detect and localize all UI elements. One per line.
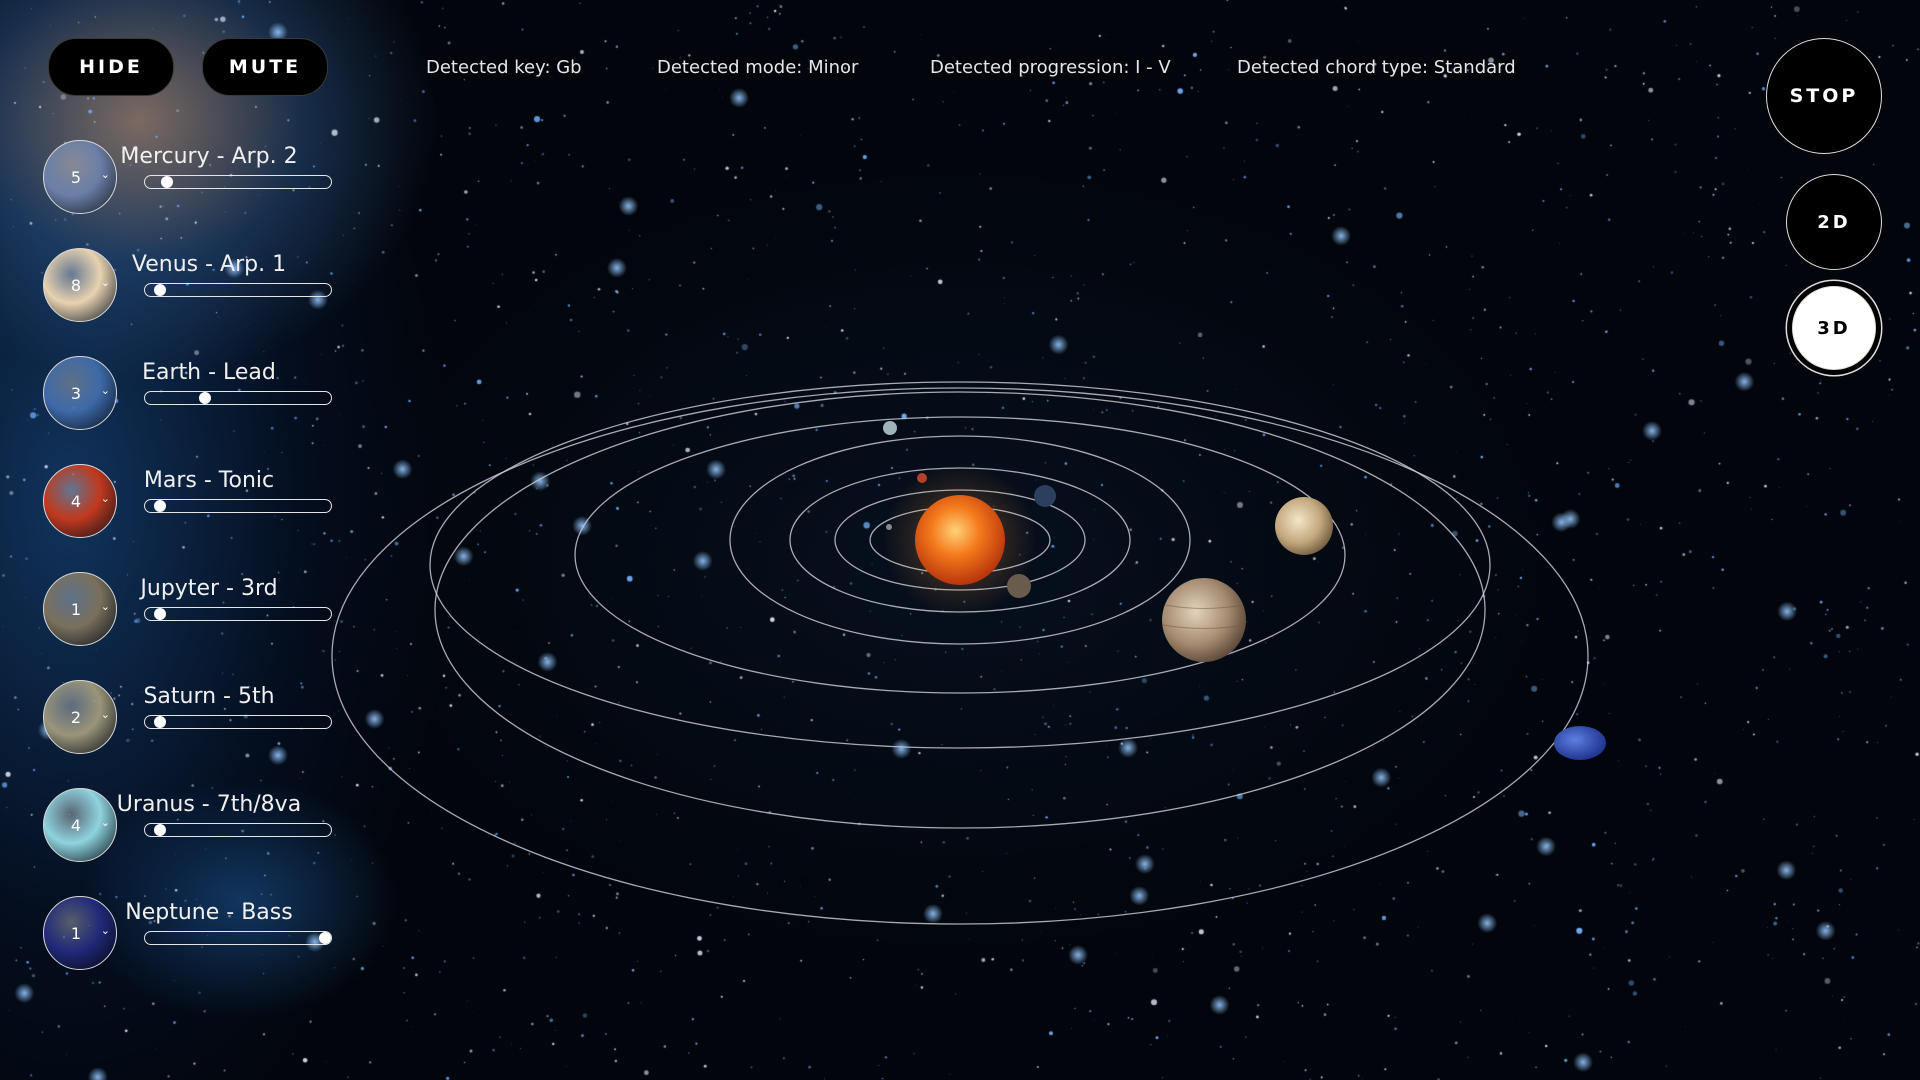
- planet-earth[interactable]: [1034, 485, 1056, 507]
- planet-saturn[interactable]: [1275, 497, 1333, 555]
- view-2d-button[interactable]: 2D: [1786, 174, 1882, 270]
- planet-selector[interactable]: 5 ⌄: [43, 140, 117, 214]
- track-row: 1 ⌄ Neptune - Bass: [43, 896, 343, 971]
- track-row: 5 ⌄ Mercury - Arp. 2: [43, 140, 343, 215]
- chevron-down-icon: ⌄: [100, 925, 110, 937]
- track-label: Venus - Arp. 1: [131, 252, 287, 277]
- octave-number: 2: [70, 707, 82, 727]
- track-row: 4 ⌄ Mars - Tonic: [43, 464, 343, 539]
- octave-number: 5: [70, 167, 82, 187]
- sun: [915, 495, 1005, 585]
- planet-selector[interactable]: 2 ⌄: [43, 680, 117, 754]
- slider-thumb[interactable]: [161, 176, 174, 188]
- stop-button[interactable]: STOP: [1766, 38, 1882, 154]
- chevron-down-icon: ⌄: [100, 277, 110, 289]
- planet-mercury[interactable]: [886, 524, 892, 530]
- volume-slider[interactable]: [144, 823, 332, 837]
- planet-jupiter[interactable]: [1162, 578, 1246, 662]
- volume-slider[interactable]: [144, 175, 332, 189]
- planet-selector[interactable]: 3 ⌄: [43, 356, 117, 430]
- slider-thumb[interactable]: [153, 500, 166, 512]
- track-row: 3 ⌄ Earth - Lead: [43, 356, 343, 431]
- track-row: 1 ⌄ Jupyter - 3rd: [43, 572, 343, 647]
- detected-progression: Detected progression: I - V: [930, 57, 1171, 78]
- planet-selector[interactable]: 1 ⌄: [43, 572, 117, 646]
- chevron-down-icon: ⌄: [100, 493, 110, 505]
- octave-number: 4: [70, 815, 82, 835]
- volume-slider[interactable]: [144, 391, 332, 405]
- track-label: Earth - Lead: [142, 360, 276, 385]
- octave-number: 4: [70, 491, 82, 511]
- volume-slider[interactable]: [144, 607, 332, 621]
- hide-button[interactable]: HIDE: [48, 38, 174, 96]
- slider-thumb[interactable]: [198, 392, 211, 404]
- planet-neptune[interactable]: [1554, 726, 1606, 760]
- detected-chord-type: Detected chord type: Standard: [1237, 57, 1516, 78]
- volume-slider[interactable]: [144, 499, 332, 513]
- slider-thumb[interactable]: [319, 932, 332, 944]
- planet-selector[interactable]: 4 ⌄: [43, 464, 117, 538]
- detected-mode: Detected mode: Minor: [657, 57, 859, 78]
- planet-selector[interactable]: 1 ⌄: [43, 896, 117, 970]
- slider-thumb[interactable]: [153, 824, 166, 836]
- slider-thumb[interactable]: [153, 284, 166, 296]
- track-label: Neptune - Bass: [125, 900, 293, 925]
- track-label: Jupyter - 3rd: [140, 576, 278, 601]
- track-row: 2 ⌄ Saturn - 5th: [43, 680, 343, 755]
- chevron-down-icon: ⌄: [100, 169, 110, 181]
- octave-number: 8: [70, 275, 82, 295]
- planet-venus[interactable]: [1007, 574, 1031, 598]
- volume-slider[interactable]: [144, 715, 332, 729]
- octave-number: 1: [70, 599, 82, 619]
- track-label: Mars - Tonic: [143, 468, 275, 493]
- track-label: Uranus - 7th/8va: [116, 792, 302, 817]
- chevron-down-icon: ⌄: [100, 601, 110, 613]
- track-label: Mercury - Arp. 2: [120, 144, 298, 169]
- volume-slider[interactable]: [144, 283, 332, 297]
- track-row: 4 ⌄ Uranus - 7th/8va: [43, 788, 343, 863]
- planet-uranus[interactable]: [883, 421, 897, 435]
- mute-button[interactable]: MUTE: [202, 38, 328, 96]
- chevron-down-icon: ⌄: [100, 817, 110, 829]
- slider-thumb[interactable]: [153, 608, 166, 620]
- planet-selector[interactable]: 8 ⌄: [43, 248, 117, 322]
- octave-number: 3: [70, 383, 82, 403]
- chevron-down-icon: ⌄: [100, 385, 110, 397]
- volume-slider[interactable]: [144, 931, 332, 945]
- slider-thumb[interactable]: [153, 716, 166, 728]
- chevron-down-icon: ⌄: [100, 709, 110, 721]
- track-row: 8 ⌄ Venus - Arp. 1: [43, 248, 343, 323]
- octave-number: 1: [70, 923, 82, 943]
- planet-selector[interactable]: 4 ⌄: [43, 788, 117, 862]
- planet-mars[interactable]: [917, 473, 927, 483]
- detected-key: Detected key: Gb: [426, 57, 582, 78]
- track-label: Saturn - 5th: [143, 684, 275, 709]
- view-3d-button[interactable]: 3D: [1792, 286, 1876, 370]
